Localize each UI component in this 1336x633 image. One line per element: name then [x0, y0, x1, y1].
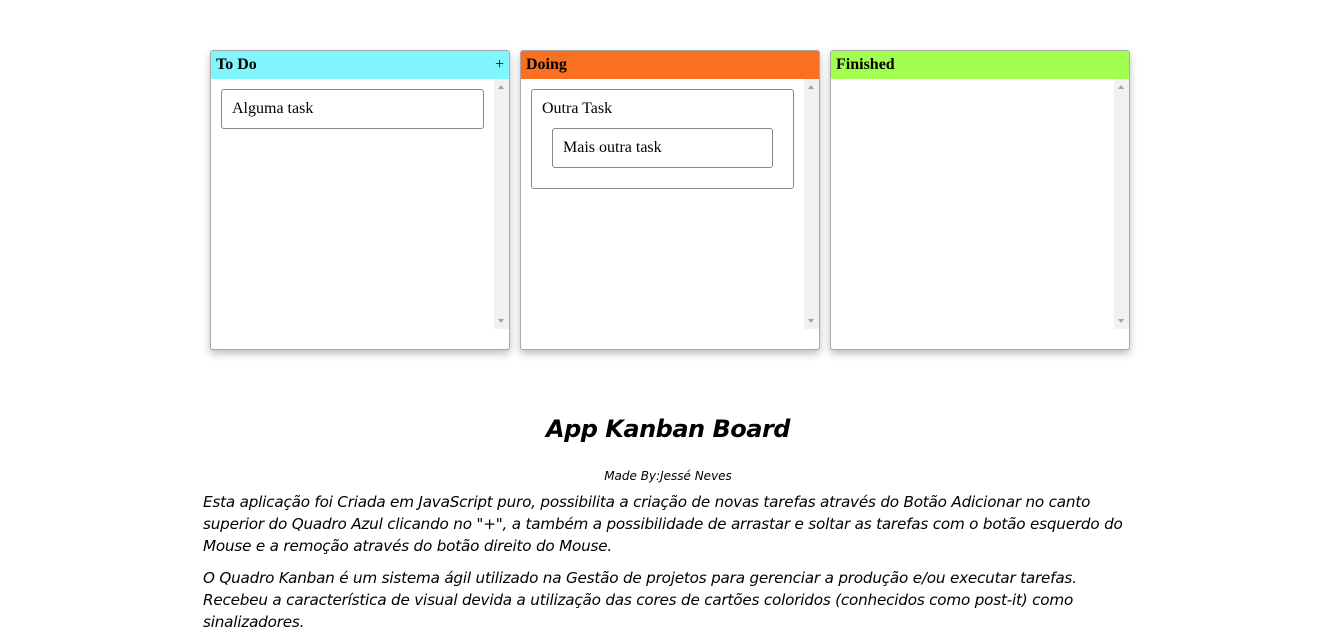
scrollbar[interactable]	[804, 79, 819, 329]
board-finished: Finished	[830, 50, 1130, 350]
board-finished-header: Finished	[831, 51, 1129, 79]
scroll-up-icon[interactable]	[808, 85, 814, 89]
board-todo: To Do + Alguma task	[210, 50, 510, 350]
scroll-down-icon[interactable]	[808, 319, 814, 323]
scroll-down-icon[interactable]	[498, 319, 504, 323]
task-card-label: Outra Task	[542, 100, 613, 117]
board-todo-list[interactable]: Alguma task	[211, 79, 509, 329]
board-todo-title: To Do	[216, 56, 257, 73]
add-task-button[interactable]: +	[495, 56, 504, 74]
board-doing-header: Doing	[521, 51, 819, 79]
task-card[interactable]: Alguma task	[221, 89, 484, 129]
task-card[interactable]: Mais outra task	[552, 128, 773, 168]
board-finished-list[interactable]	[831, 79, 1129, 329]
board-doing-title: Doing	[526, 56, 567, 73]
scroll-down-icon[interactable]	[1118, 319, 1124, 323]
scrollbar[interactable]	[494, 79, 509, 329]
kanban-paragraph: O Quadro Kanban é um sistema ágil utiliz…	[203, 569, 1077, 631]
scrollbar[interactable]	[1114, 79, 1129, 329]
task-card[interactable]: Outra Task Mais outra task	[531, 89, 794, 189]
board-finished-title: Finished	[836, 56, 895, 73]
board-doing: Doing Outra Task Mais outra task	[520, 50, 820, 350]
board-doing-list[interactable]: Outra Task Mais outra task	[521, 79, 819, 329]
app-title: App Kanban Board	[546, 415, 790, 443]
board-todo-header: To Do +	[211, 51, 509, 79]
scroll-up-icon[interactable]	[1118, 85, 1124, 89]
scroll-up-icon[interactable]	[498, 85, 504, 89]
author-credit: Made By:Jessé Neves	[604, 469, 732, 483]
description-paragraph: Esta aplicação foi Criada em JavaScript …	[203, 493, 1123, 555]
